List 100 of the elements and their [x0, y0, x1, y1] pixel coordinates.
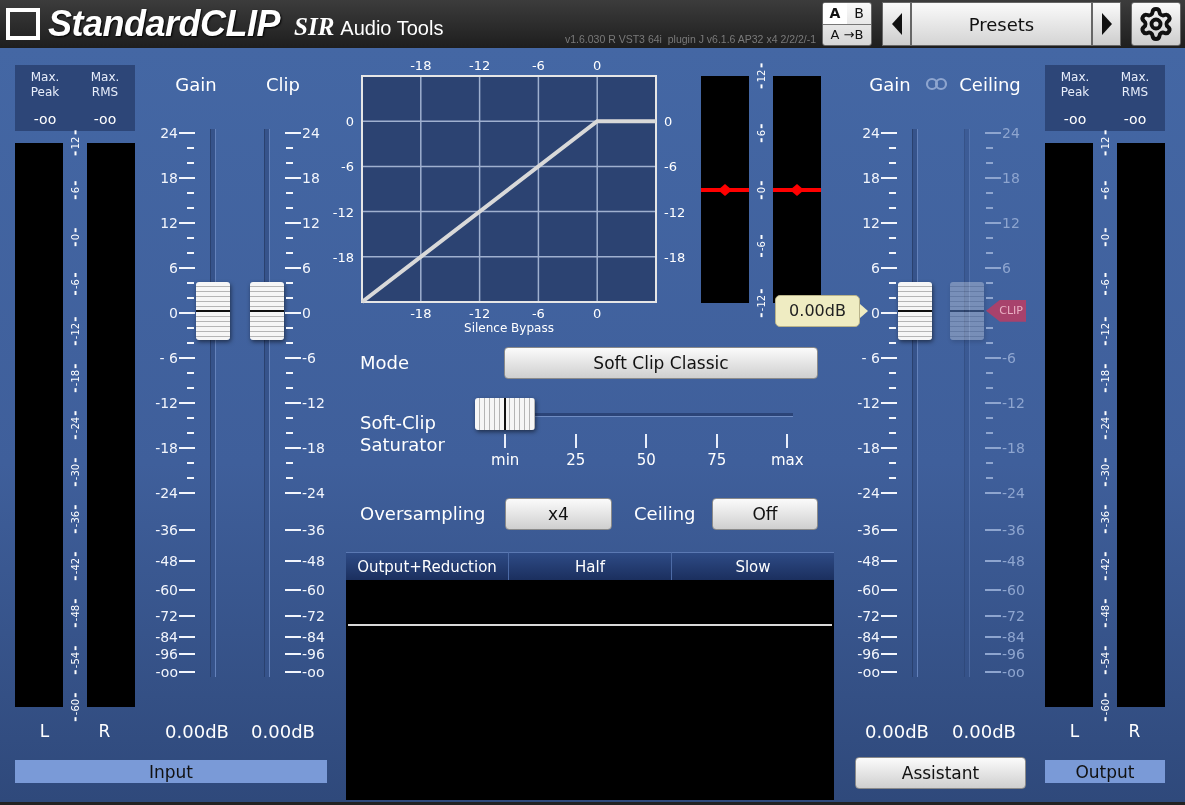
copy-button[interactable]: A →B — [823, 24, 871, 45]
tick-mark — [986, 252, 993, 254]
tick-mark — [889, 282, 896, 284]
fader-title: Clip — [265, 73, 301, 95]
analyzer-tab[interactable]: Output+Reduction — [346, 552, 509, 580]
scale-label: -oo — [285, 663, 325, 681]
scale-label: 24 — [985, 124, 1020, 142]
tick-mark — [889, 252, 896, 254]
tick-mark — [986, 327, 993, 329]
scale-label: -96 — [285, 645, 325, 663]
fader-thumb[interactable] — [250, 281, 284, 340]
scale-label: 0 — [285, 304, 311, 322]
scale-label: -12 — [69, 316, 81, 346]
scale-label: 6 — [1099, 180, 1111, 200]
presets-button[interactable]: Presets — [911, 2, 1092, 46]
tick-mark — [889, 387, 896, 389]
tick-mark — [187, 282, 194, 284]
scale-label: -18 — [285, 439, 325, 457]
scale-label: - 6 — [159, 349, 195, 367]
scale-label: 6 — [69, 180, 81, 200]
scale-label: -18 — [69, 363, 81, 393]
axis-label: 0 — [593, 306, 602, 321]
tick-mark — [889, 432, 896, 434]
tick-mark — [286, 192, 293, 194]
mode-button[interactable]: Soft Clip Classic — [504, 347, 818, 379]
tick-mark — [187, 432, 194, 434]
scale-label: -24 — [1099, 410, 1111, 440]
next-preset-button[interactable] — [1092, 2, 1121, 46]
analyzer-tab[interactable]: Slow — [672, 552, 834, 580]
scale-label: -12 — [285, 394, 325, 412]
caret-left-icon — [891, 13, 902, 35]
stat-value: -oo — [93, 111, 117, 127]
scale-label: -84 — [285, 628, 325, 646]
previous-preset-button[interactable] — [882, 2, 911, 46]
settings-icon — [1138, 6, 1174, 42]
scale-label: 0 — [755, 180, 767, 199]
stat-value: -oo — [33, 111, 57, 127]
tick-label: 25 — [566, 451, 586, 469]
clip-indicator: CLIP — [986, 299, 1026, 322]
ceiling-button[interactable]: Off — [712, 498, 818, 530]
link-icon — [925, 77, 948, 91]
tick-mark — [889, 207, 896, 209]
scale-label: -36 — [155, 521, 195, 539]
tick-mark — [889, 162, 896, 164]
tick-mark — [889, 477, 896, 479]
scale-label: -24 — [285, 484, 325, 502]
fader-thumb[interactable] — [196, 281, 230, 340]
logo-square-icon — [6, 8, 40, 40]
channel-label: R — [1128, 721, 1141, 743]
scale-label: -48 — [285, 552, 325, 570]
slider-thumb[interactable] — [475, 398, 535, 430]
version-text: v1.6.030 R VST3 64i plugin J v6.1.6 AP32 x4 2/2/2/-1 — [565, 33, 816, 45]
analyzer-tab[interactable]: Half — [509, 552, 672, 580]
tick-mark — [889, 372, 896, 374]
scale-label: -84 — [857, 628, 897, 646]
scale-label: -84 — [155, 628, 195, 646]
scale-label: -60 — [857, 581, 897, 599]
scale-label: -6 — [69, 273, 81, 295]
ab-tab[interactable]: B — [847, 3, 871, 24]
channel-label: L — [1069, 721, 1080, 743]
scale-label: -42 — [1099, 551, 1111, 581]
tick-mark — [715, 434, 718, 448]
scale-label: - 6 — [861, 349, 897, 367]
scale-label: -42 — [69, 551, 81, 581]
settings-button[interactable] — [1131, 2, 1181, 46]
scale-label: -72 — [155, 607, 195, 625]
value-tooltip: 0.00dB — [775, 294, 868, 327]
saturator-label: Soft-Clip Saturator — [360, 412, 446, 456]
assistant-button[interactable]: Assistant — [855, 757, 1026, 789]
scale-label: 6 — [755, 123, 767, 142]
scale-label: 12 — [985, 214, 1020, 232]
scale-label: -30 — [69, 457, 81, 487]
tick-mark — [889, 297, 896, 299]
tick-mark — [187, 192, 194, 194]
scale-label: -54 — [69, 645, 81, 675]
scale-label: 0 — [1099, 227, 1111, 247]
scale-label: -96 — [155, 645, 195, 663]
tick-label: 75 — [707, 451, 727, 469]
tick-mark — [286, 417, 293, 419]
oversampling-button[interactable]: x4 — [505, 498, 612, 530]
fader-thumb[interactable] — [898, 281, 932, 340]
axis-label: -18 — [332, 249, 354, 265]
ab-tab[interactable]: A — [823, 3, 847, 24]
scale-label: -12 — [755, 288, 767, 318]
stat-label: Max. RMS — [1119, 70, 1151, 100]
ceiling-label: Ceiling — [634, 503, 697, 525]
tick-mark — [986, 192, 993, 194]
stat-value: -oo — [1063, 111, 1087, 127]
axis-label: -6 — [664, 159, 677, 175]
fader-value: 0.00dB — [864, 721, 930, 743]
scale-label: -6 — [755, 235, 767, 258]
scale-label: 6 — [169, 259, 195, 277]
tick-mark — [986, 162, 993, 164]
tick-mark — [187, 477, 194, 479]
tick-mark — [889, 327, 896, 329]
axis-label: -6 — [531, 306, 545, 321]
tick-label: max — [770, 451, 804, 469]
tick-mark — [889, 237, 896, 239]
scale-label: 24 — [160, 124, 195, 142]
scale-label: -12 — [857, 394, 897, 412]
